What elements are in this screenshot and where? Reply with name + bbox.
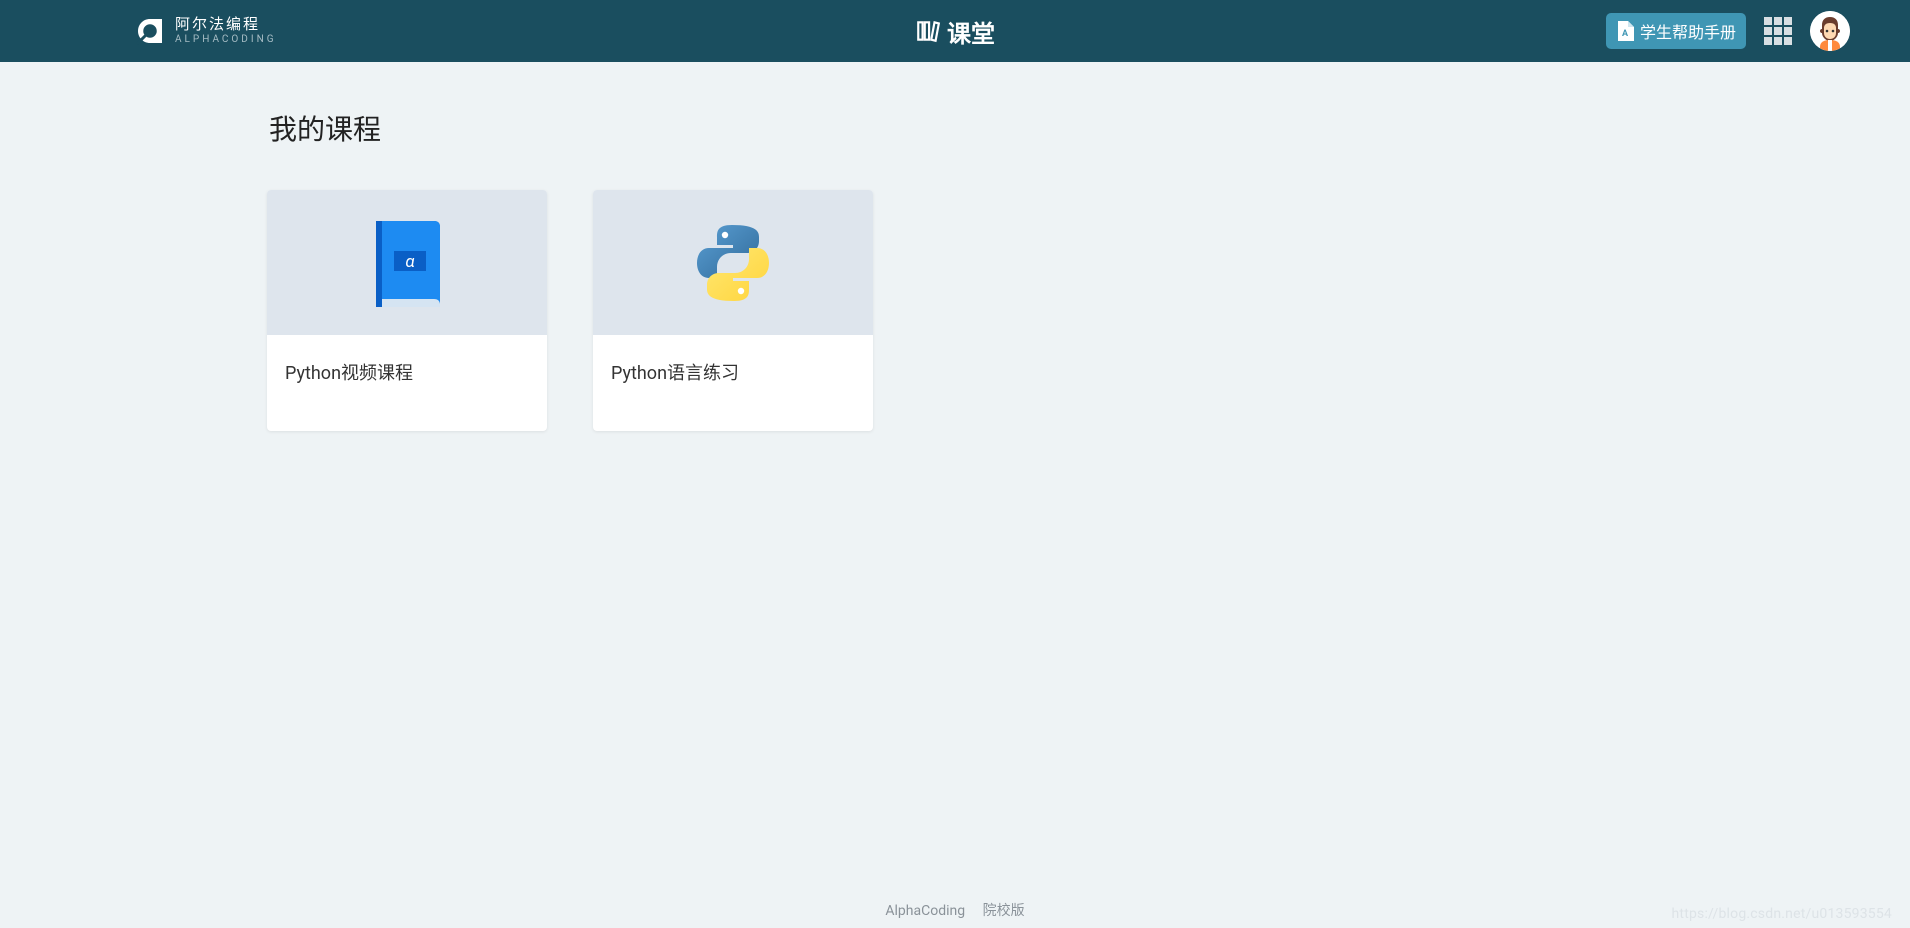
section-title: 我的课程 <box>269 108 1643 148</box>
course-card[interactable]: Python语言练习 <box>593 190 873 431</box>
course-list: α Python视频课程 <box>267 190 1643 431</box>
page-title-text: 课堂 <box>947 14 995 49</box>
main-content: 我的课程 α Python视频课程 <box>267 62 1643 431</box>
python-icon <box>687 217 779 309</box>
course-body: Python语言练习 <box>593 335 873 431</box>
svg-text:α: α <box>405 252 414 272</box>
course-title: Python语言练习 <box>611 359 855 385</box>
logo-cn: 阿尔法编程 <box>175 17 277 32</box>
course-body: Python视频课程 <box>267 335 547 431</box>
logo-icon <box>135 16 165 46</box>
footer-brand: AlphaCoding <box>885 903 965 919</box>
course-title: Python视频课程 <box>285 359 529 385</box>
svg-text:A: A <box>1622 29 1629 39</box>
course-card[interactable]: α Python视频课程 <box>267 190 547 431</box>
logo[interactable]: 阿尔法编程 ALPHACODING <box>135 16 277 46</box>
app-header: 阿尔法编程 ALPHACODING 课堂 A 学生帮助手册 <box>0 0 1910 62</box>
course-cover: α <box>267 190 547 335</box>
page-title: 课堂 <box>915 14 995 49</box>
apps-grid-icon[interactable] <box>1764 17 1792 45</box>
books-icon <box>915 18 941 44</box>
avatar[interactable] <box>1810 11 1850 51</box>
course-cover <box>593 190 873 335</box>
book-icon: α <box>364 215 450 311</box>
pdf-icon: A <box>1616 21 1634 41</box>
logo-text: 阿尔法编程 ALPHACODING <box>175 17 277 45</box>
logo-en: ALPHACODING <box>175 35 277 45</box>
help-button-label: 学生帮助手册 <box>1640 19 1736 43</box>
footer: AlphaCoding 院校版 <box>0 900 1910 920</box>
header-right: A 学生帮助手册 <box>1606 11 1850 51</box>
footer-edition: 院校版 <box>983 903 1025 919</box>
avatar-icon <box>1810 11 1850 51</box>
help-button[interactable]: A 学生帮助手册 <box>1606 13 1746 49</box>
